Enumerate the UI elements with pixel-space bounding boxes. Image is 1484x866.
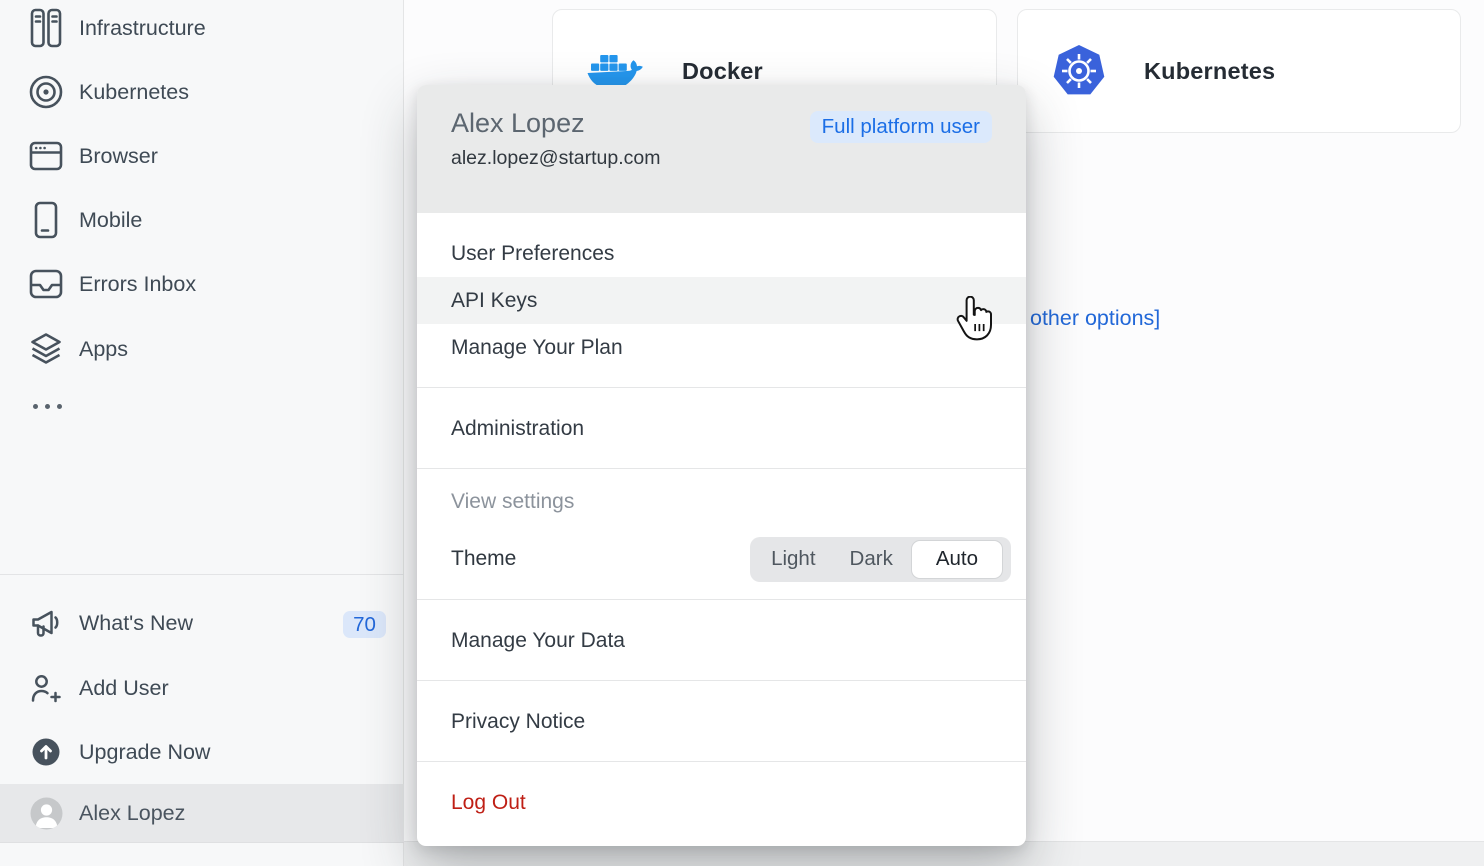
sidebar-item-label: Errors Inbox [79,272,196,297]
whats-new-count-badge: 70 [343,611,386,638]
upgrade-arrow-icon [28,730,64,774]
add-user-icon [28,666,64,710]
theme-row: Theme Light Dark Auto [417,527,1026,591]
sidebar-divider [0,574,404,575]
sidebar-item-mobile[interactable]: Mobile [0,198,404,242]
theme-option-dark[interactable]: Dark [833,547,910,571]
sidebar-item-label: Kubernetes [79,80,189,105]
other-options-link[interactable]: other options] [1030,306,1160,331]
theme-option-auto[interactable]: Auto [911,540,1003,579]
menu-item-user-preferences[interactable]: User Preferences [417,230,1026,277]
sidebar-more-ellipsis-icon[interactable] [33,404,62,409]
sidebar-item-upgrade-now[interactable]: Upgrade Now [0,727,404,777]
mobile-icon [28,198,64,242]
apps-layers-icon [28,327,64,371]
user-menu-group-logout: Log Out [417,761,1026,842]
app-root: Docker Kubernetes other [0,0,1484,866]
sidebar-item-apps[interactable]: Apps [0,327,404,371]
sidebar-item-label: Add User [79,676,169,701]
view-settings-label: View settings [417,485,1026,519]
megaphone-icon [28,601,64,645]
sidebar-item-add-user[interactable]: Add User [0,663,404,713]
menu-item-manage-your-data[interactable]: Manage Your Data [417,617,1026,664]
sidebar-item-label: Infrastructure [79,16,206,41]
user-menu-dropdown: Alex Lopez alez.lopez@startup.com Full p… [417,85,1026,846]
sidebar-item-label: Browser [79,144,158,169]
kubernetes-logo-icon [1052,44,1106,98]
sidebar-item-label: What's New [79,611,193,636]
infrastructure-icon [28,6,64,50]
menu-item-administration[interactable]: Administration [417,405,1026,452]
menu-item-api-keys[interactable]: API Keys [417,277,1026,324]
user-menu-group-admin: Administration [417,387,1026,468]
user-menu-header: Alex Lopez alez.lopez@startup.com Full p… [417,85,1026,213]
kubernetes-card-title: Kubernetes [1144,58,1275,85]
sidebar-item-label: Apps [79,337,128,362]
user-menu-group-privacy: Privacy Notice [417,680,1026,761]
menu-item-log-out[interactable]: Log Out [417,779,1026,826]
sidebar-item-kubernetes[interactable]: Kubernetes [0,70,404,114]
kubernetes-card[interactable]: Kubernetes [1017,9,1461,133]
sidebar-item-label: Mobile [79,208,142,233]
theme-toggle: Light Dark Auto [750,537,1011,582]
sidebar-item-errors-inbox[interactable]: Errors Inbox [0,262,404,306]
user-menu-group-account: User Preferences API Keys Manage Your Pl… [417,213,1026,387]
theme-label: Theme [451,547,516,571]
sidebar-item-infrastructure[interactable]: Infrastructure [0,6,404,50]
sidebar-item-label: Upgrade Now [79,740,210,765]
user-role-badge: Full platform user [810,111,992,143]
menu-item-privacy-notice[interactable]: Privacy Notice [417,698,1026,745]
user-menu-group-view-settings: View settings Theme Light Dark Auto [417,468,1026,599]
errors-inbox-icon [28,262,64,306]
user-menu-group-data: Manage Your Data [417,599,1026,680]
docker-card-title: Docker [682,58,763,85]
theme-option-light[interactable]: Light [750,547,832,571]
menu-item-manage-your-plan[interactable]: Manage Your Plan [417,324,1026,371]
sidebar-item-user-account[interactable]: Alex Lopez [0,784,404,843]
sidebar-user-name: Alex Lopez [79,801,185,826]
kubernetes-target-icon [28,70,64,114]
sidebar: Infrastructure Kubernetes [0,0,404,866]
browser-icon [28,134,64,178]
sidebar-item-browser[interactable]: Browser [0,134,404,178]
user-menu-email: alez.lopez@startup.com [451,147,992,170]
avatar [28,791,64,835]
